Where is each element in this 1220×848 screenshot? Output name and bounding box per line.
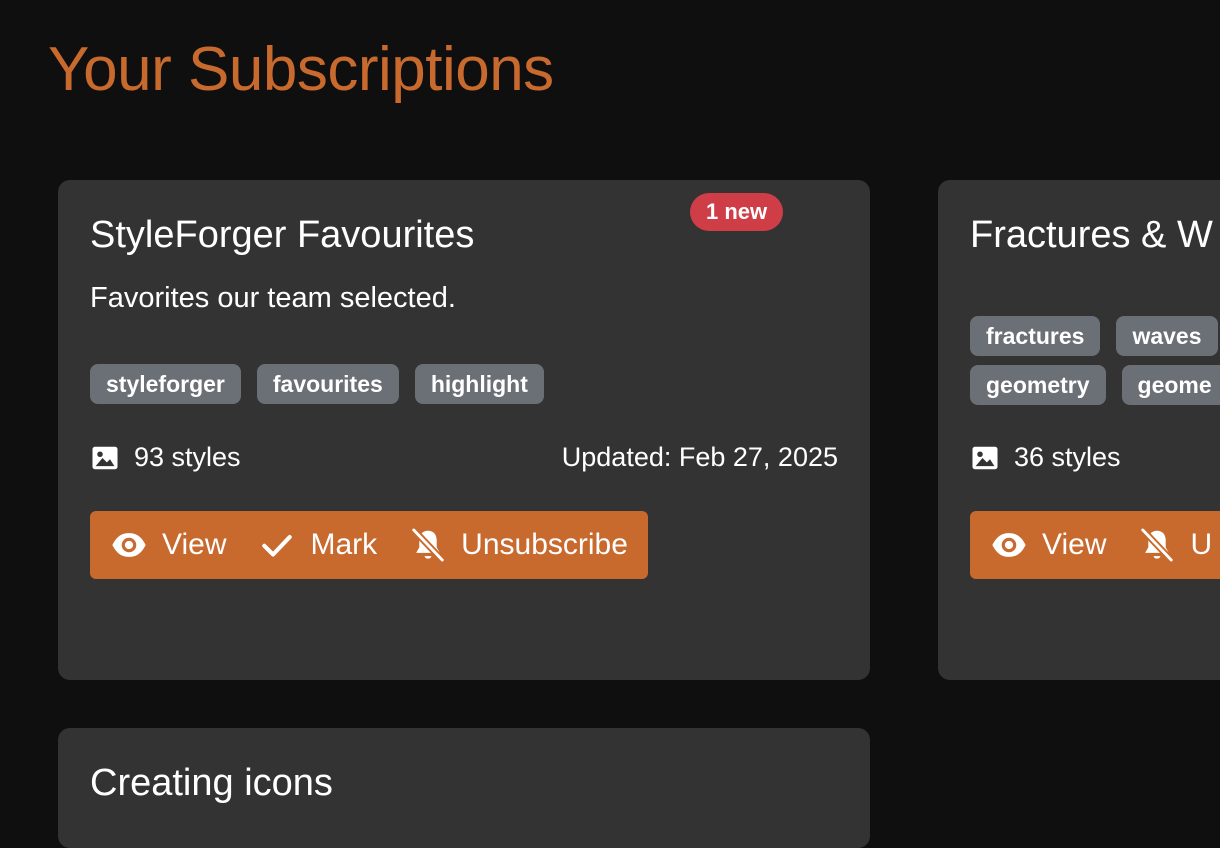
tag[interactable]: geome (1121, 365, 1220, 405)
card-title: Creating icons (90, 762, 333, 804)
bell-slash-icon (1139, 526, 1176, 564)
subscription-card: StyleForger Favourites 1 new Favorites o… (58, 180, 870, 680)
image-icon (972, 446, 998, 469)
page-title: Your Subscriptions (48, 35, 554, 104)
mark-button-label: Mark (310, 528, 378, 561)
styles-count: 36 styles (970, 442, 1121, 473)
view-button-label: View (162, 528, 227, 561)
tag[interactable]: styleforger (90, 364, 241, 404)
eye-icon (112, 533, 146, 557)
image-icon (92, 446, 118, 469)
card-title: StyleForger Favourites (90, 214, 475, 256)
tag-list: fractures waves geometry geome (970, 316, 1220, 405)
new-badge: 1 new (690, 193, 784, 231)
unsubscribe-button-label: U (1190, 528, 1213, 561)
styles-count-label: 36 styles (1014, 442, 1121, 472)
view-button[interactable]: View (110, 526, 226, 564)
subscription-card: Creating icons (58, 728, 870, 848)
eye-icon (992, 533, 1026, 557)
unsubscribe-button[interactable]: U (1138, 526, 1212, 564)
styles-count-label: 93 styles (134, 442, 241, 472)
mark-button[interactable]: Mark (258, 526, 377, 564)
tag[interactable]: geometry (970, 365, 1106, 405)
tag[interactable]: favourites (256, 364, 399, 404)
tag[interactable]: waves (1116, 316, 1218, 356)
tag[interactable]: highlight (414, 364, 544, 404)
subscription-card: Fractures & W fractures waves geometry g… (938, 180, 1220, 680)
view-button[interactable]: View (990, 526, 1106, 564)
updated-date: Updated: Feb 27, 2025 (561, 442, 838, 472)
view-button-label: View (1042, 528, 1107, 561)
check-icon (262, 535, 293, 557)
action-button-group: View U (970, 511, 1220, 579)
action-button-group: View Mark Unsubscribe (90, 511, 648, 579)
unsubscribe-button[interactable]: Unsubscribe (409, 526, 628, 564)
styles-count: 93 styles (90, 442, 241, 473)
card-title: Fractures & W (970, 214, 1213, 256)
tag[interactable]: fractures (970, 316, 1101, 356)
bell-slash-icon (410, 526, 446, 564)
card-description: Favorites our team selected. (90, 282, 456, 314)
unsubscribe-button-label: Unsubscribe (461, 528, 628, 561)
tag-list: styleforger favourites highlight (90, 364, 850, 404)
